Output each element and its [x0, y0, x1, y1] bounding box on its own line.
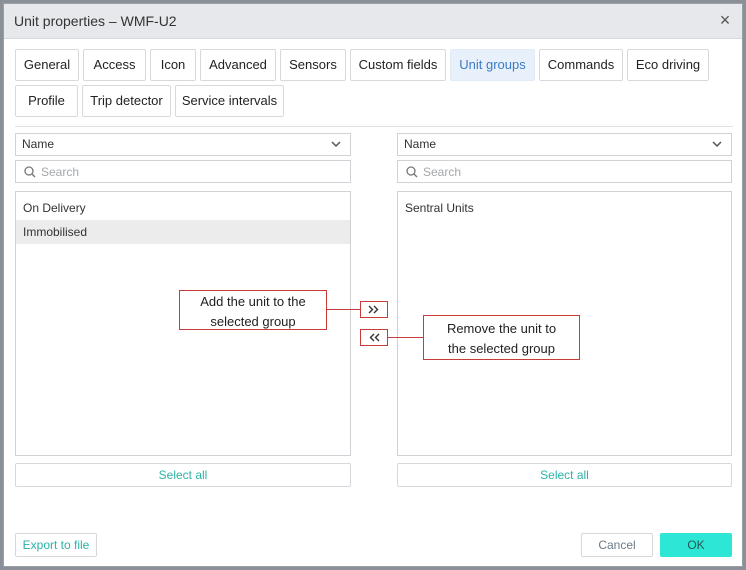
tab-commands[interactable]: Commands — [539, 49, 623, 81]
double-chevron-left-icon — [369, 333, 380, 342]
dialog-titlebar: Unit properties – WMF-U2 × — [4, 4, 742, 39]
tab-eco-driving[interactable]: Eco driving — [627, 49, 709, 81]
tab-service-intervals[interactable]: Service intervals — [175, 85, 284, 117]
remove-callout: Remove the unit to the selected group — [423, 315, 580, 360]
right-sort-value: Name — [404, 137, 437, 151]
left-select-all-button[interactable]: Select all — [15, 463, 351, 487]
tab-unit-groups[interactable]: Unit groups — [450, 49, 535, 81]
tab-icon[interactable]: Icon — [150, 49, 196, 81]
dialog-title: Unit properties – WMF-U2 — [14, 13, 177, 29]
add-callout-leader — [327, 309, 360, 310]
tab-trip-detector[interactable]: Trip detector — [82, 85, 171, 117]
remove-from-group-button[interactable] — [360, 329, 388, 346]
right-sort-select[interactable]: Name — [397, 133, 732, 156]
remove-callout-leader — [388, 337, 423, 338]
tab-sensors[interactable]: Sensors — [280, 49, 346, 81]
tab-access[interactable]: Access — [83, 49, 146, 81]
tab-custom-fields[interactable]: Custom fields — [350, 49, 446, 81]
add-callout-line2: selected group — [210, 314, 296, 329]
ok-button[interactable]: OK — [660, 533, 732, 557]
remove-callout-line1: Remove the unit to — [446, 321, 557, 336]
add-callout-line1: Add the unit to the — [200, 294, 306, 309]
tab-advanced[interactable]: Advanced — [200, 49, 276, 81]
close-icon[interactable]: × — [716, 11, 734, 30]
cancel-button[interactable]: Cancel — [581, 533, 653, 557]
export-to-file-button[interactable]: Export to file — [15, 533, 97, 557]
add-to-group-button[interactable] — [360, 301, 388, 318]
search-icon — [406, 166, 418, 178]
left-search-input[interactable] — [41, 163, 321, 180]
remove-callout-line2: the selected group — [448, 341, 555, 356]
right-select-all-button[interactable]: Select all — [397, 463, 732, 487]
list-item-sentral-units[interactable]: Sentral Units — [398, 196, 731, 220]
left-search-box — [15, 160, 351, 183]
right-search-box — [397, 160, 732, 183]
unit-properties-dialog: Unit properties – WMF-U2 × General Acces… — [3, 3, 743, 567]
left-sort-value: Name — [22, 137, 55, 151]
chevron-down-icon — [331, 141, 341, 148]
double-chevron-right-icon — [368, 305, 379, 314]
search-icon — [24, 166, 36, 178]
left-sort-select[interactable]: Name — [15, 133, 351, 156]
add-callout: Add the unit to the selected group — [179, 290, 327, 330]
list-item-immobilised[interactable]: Immobilised — [16, 220, 350, 244]
right-search-input[interactable] — [423, 163, 703, 180]
list-item-on-delivery[interactable]: On Delivery — [16, 196, 350, 220]
tab-profile[interactable]: Profile — [15, 85, 78, 117]
tab-general[interactable]: General — [15, 49, 79, 81]
tabs-divider — [15, 126, 733, 127]
chevron-down-icon — [712, 141, 722, 148]
